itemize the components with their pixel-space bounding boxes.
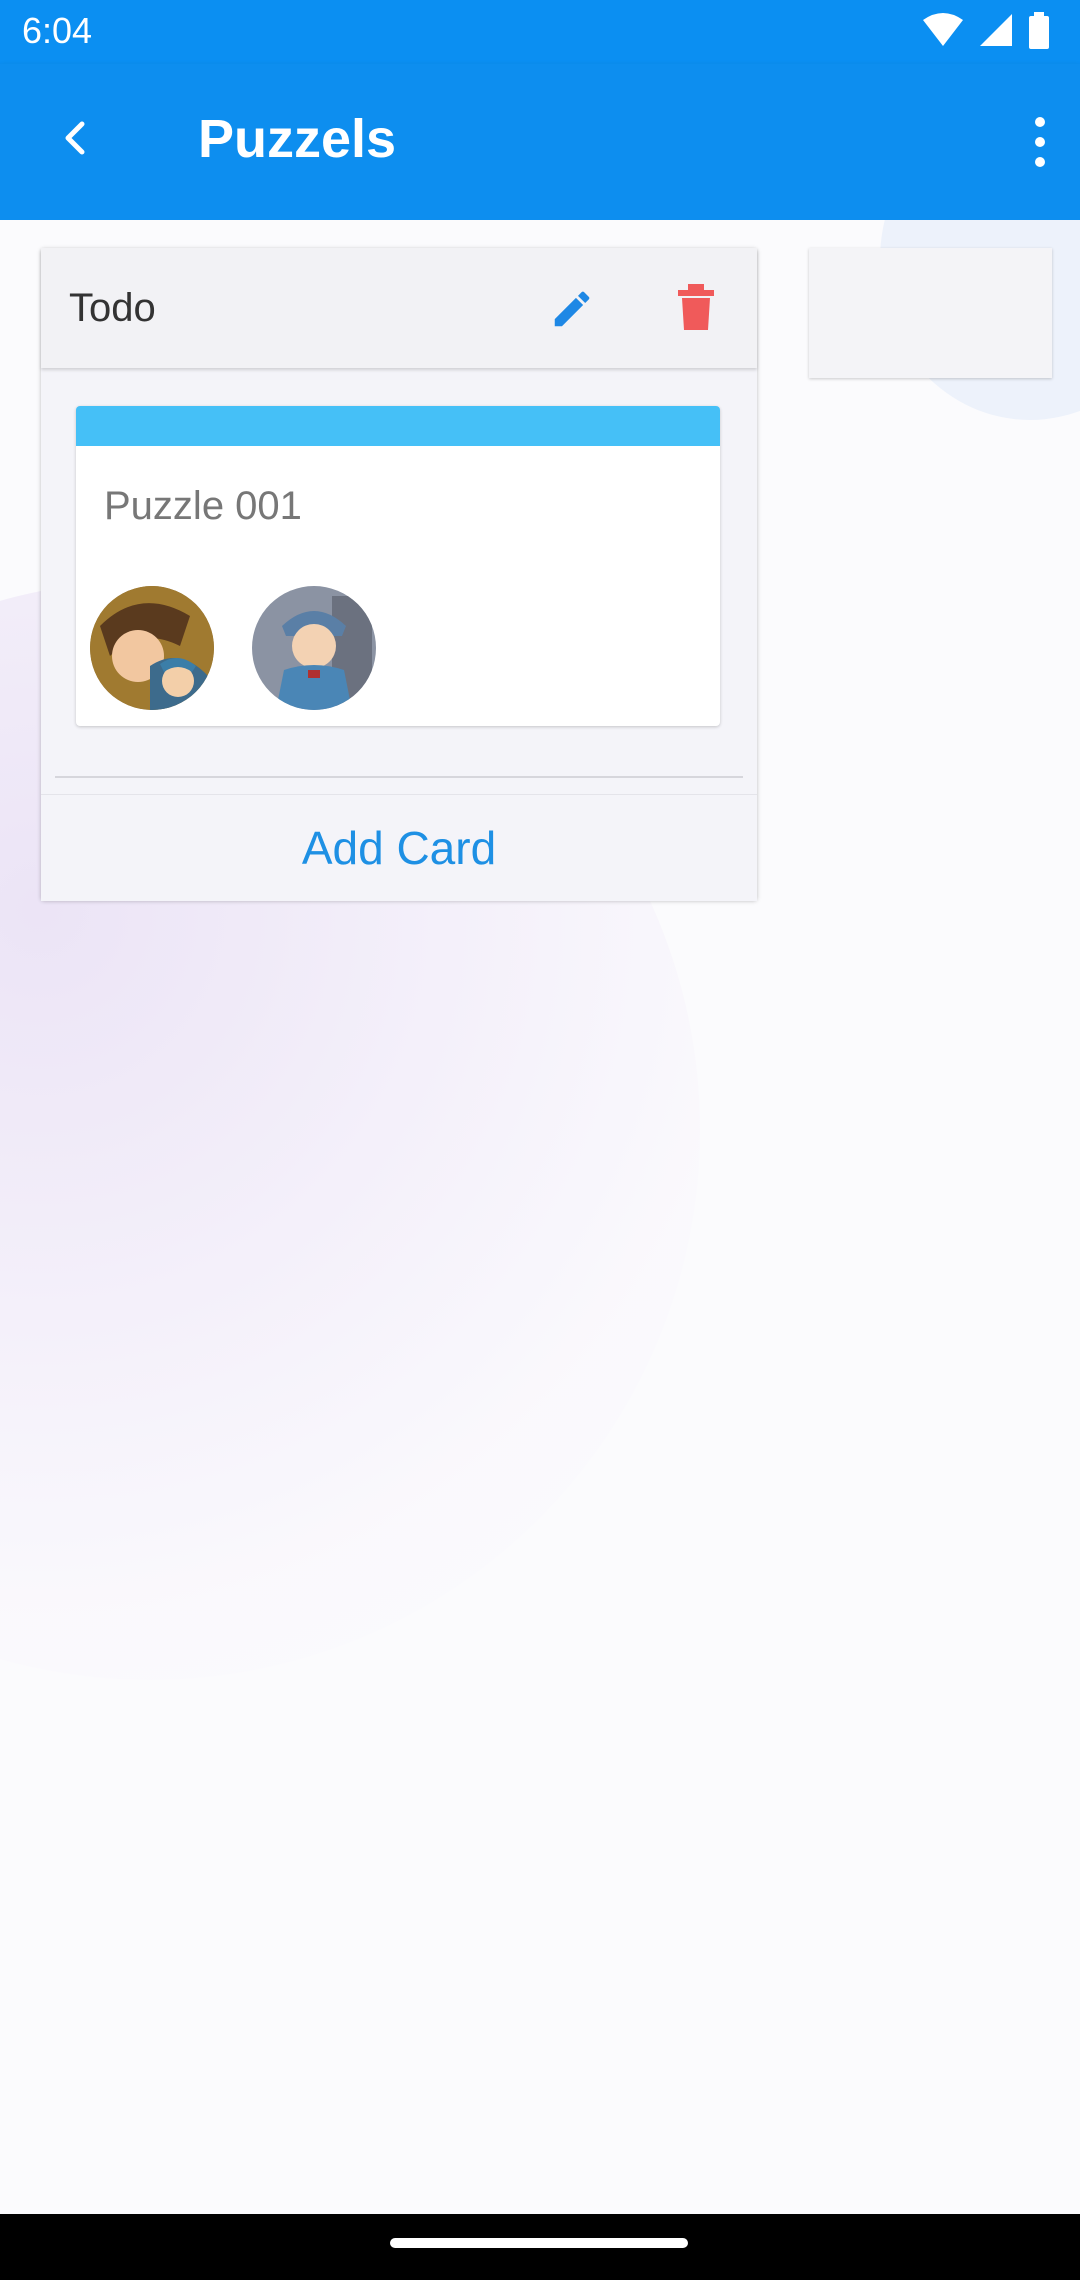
- add-card-button[interactable]: Add Card: [41, 794, 757, 901]
- app-bar: Puzzels: [0, 64, 1080, 220]
- navigation-bar: [0, 2214, 1080, 2280]
- avatar: [90, 586, 214, 710]
- column-header: Todo: [41, 248, 757, 368]
- divider: [55, 776, 743, 778]
- board-column: Todo Puzzle 001 Add Card: [41, 248, 757, 901]
- board-area[interactable]: Todo Puzzle 001 Add Card: [0, 220, 1080, 2214]
- trash-icon[interactable]: [676, 284, 716, 332]
- pencil-icon[interactable]: [549, 286, 595, 332]
- column-title: Todo: [69, 286, 156, 330]
- wifi-icon: [923, 13, 963, 46]
- chevron-left-icon[interactable]: [56, 118, 96, 158]
- page-title: Puzzels: [198, 109, 397, 169]
- battery-icon: [1029, 12, 1049, 49]
- board-column-next[interactable]: [809, 248, 1052, 378]
- home-gesture-handle[interactable]: [390, 2238, 688, 2248]
- puzzle-card[interactable]: Puzzle 001: [76, 406, 720, 726]
- status-time: 6:04: [22, 10, 93, 51]
- card-color-bar: [76, 406, 720, 446]
- more-vert-icon[interactable]: [1020, 114, 1060, 170]
- status-icons: [922, 12, 1050, 50]
- card-title: Puzzle 001: [104, 484, 302, 528]
- status-bar: 6:04: [0, 0, 1080, 64]
- signal-icon: [980, 14, 1012, 46]
- avatar: [252, 586, 376, 710]
